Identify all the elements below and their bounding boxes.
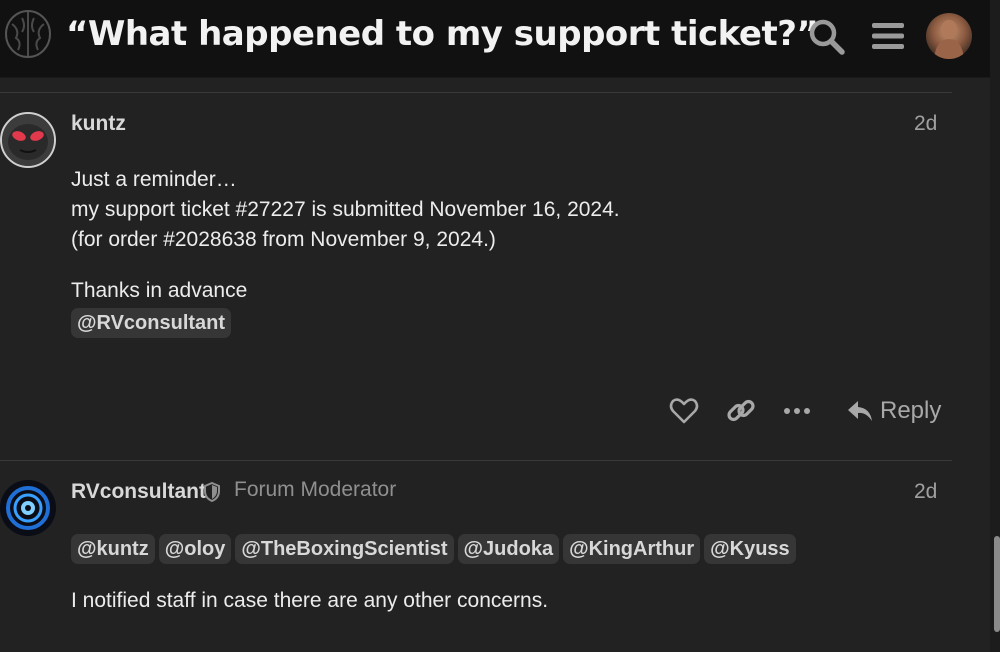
moderator-shield-icon [204, 482, 220, 502]
user-title: Forum Moderator [234, 478, 397, 501]
post-paragraph: (for order #2028638 from November 9, 202… [71, 228, 496, 251]
scrollbar-thumb[interactable] [994, 536, 1000, 632]
mention-list: @kuntz @oloy @TheBoxingScientist @Judoka @Ki… [71, 534, 800, 564]
avatar[interactable] [0, 480, 56, 536]
post-paragraph: I notified staff in case there are any o… [71, 589, 549, 612]
avatar[interactable] [0, 112, 56, 168]
heart-icon[interactable] [668, 394, 700, 428]
more-dots-icon[interactable] [782, 394, 812, 428]
reply-label: Reply [880, 397, 942, 424]
user-avatar-icon[interactable] [926, 13, 972, 59]
reply-button[interactable]: Reply [846, 394, 941, 428]
post-body: Just a reminder… my support ticket #2722… [71, 165, 620, 338]
mention-link[interactable]: @kuntz [71, 534, 155, 564]
post-paragraph: Just a reminder… [71, 168, 237, 191]
mention-link[interactable]: @RVconsultant [71, 308, 232, 338]
mention-link[interactable]: @TheBoxingScientist [235, 534, 454, 564]
mention-link[interactable]: @Judoka [457, 534, 560, 564]
post-divider [0, 92, 952, 93]
post-paragraph: my support ticket #27227 is submitted No… [71, 198, 620, 221]
post-age[interactable]: 2d [914, 112, 937, 136]
mention-link[interactable]: @KingArthur [563, 534, 701, 564]
reply-arrow-icon [848, 401, 872, 421]
post-paragraph: Thanks in advance [71, 279, 248, 302]
post-username[interactable]: RVconsultant [71, 480, 206, 504]
mention-link[interactable]: @oloy [158, 534, 232, 564]
post-divider [0, 460, 952, 461]
post-body: @kuntz @oloy @TheBoxingScientist @Judoka @Ki… [71, 534, 800, 616]
search-icon[interactable] [806, 16, 846, 56]
post-age[interactable]: 2d [914, 480, 937, 504]
mention-link[interactable]: @Kyuss [704, 534, 796, 564]
link-icon[interactable] [724, 394, 758, 428]
post-username[interactable]: kuntz [71, 112, 126, 136]
brain-logo-icon[interactable] [4, 8, 52, 60]
topic-title[interactable]: “What happened to my support ticket?” [66, 14, 819, 54]
hamburger-menu-icon[interactable] [868, 16, 908, 56]
site-header: “What happened to my support ticket?” [0, 0, 990, 78]
